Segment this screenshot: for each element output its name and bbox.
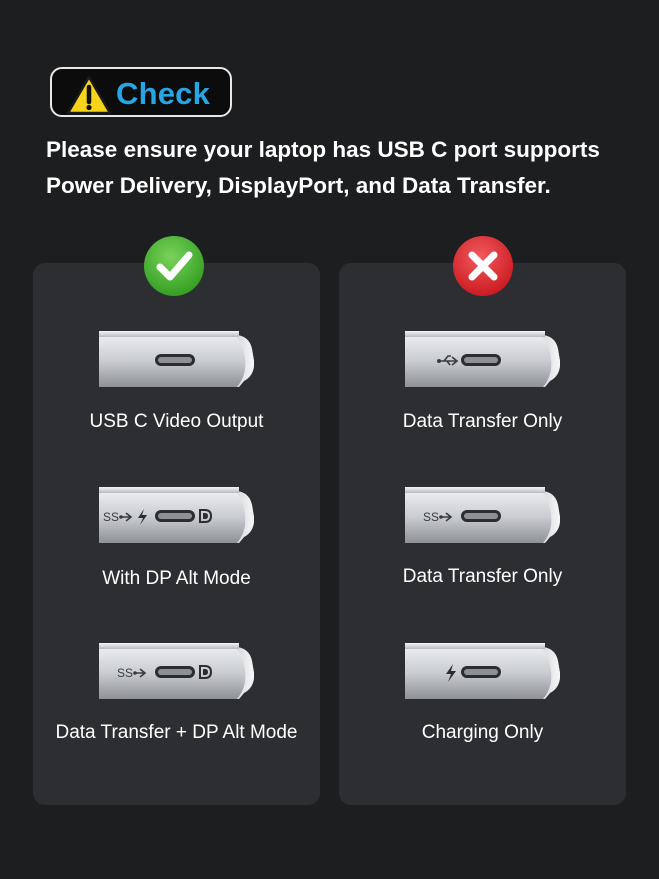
- instruction-line-2: Power Delivery, DisplayPort, and Data Tr…: [46, 173, 551, 198]
- port-label: With DP Alt Mode: [102, 568, 251, 589]
- port-label: Charging Only: [421, 722, 544, 743]
- laptop-port-dp-alt-mode: SS: [99, 487, 254, 543]
- red-cross-icon: [453, 236, 513, 296]
- laptop-port-ss-data: SS: [405, 487, 560, 543]
- port-label: Data Transfer + DP Alt Mode: [55, 722, 298, 743]
- laptop-port-usb-c-video: [99, 331, 254, 387]
- svg-text:SS: SS: [117, 666, 133, 680]
- check-badge: Check: [50, 67, 232, 117]
- port-label: Data Transfer Only: [402, 411, 563, 432]
- laptop-port-charging: [405, 643, 560, 699]
- svg-text:SS: SS: [423, 510, 439, 524]
- laptop-port-usb-data: [405, 331, 560, 387]
- port-label: USB C Video Output: [89, 411, 264, 432]
- instruction-line-1: Please ensure your laptop has USB C port…: [46, 137, 600, 162]
- warning-triangle-icon: [66, 75, 112, 115]
- check-label: Check: [116, 76, 211, 111]
- port-label: Data Transfer Only: [402, 566, 563, 587]
- green-check-icon: [144, 236, 204, 296]
- laptop-port-data-dp: SS: [99, 643, 254, 699]
- svg-text:SS: SS: [103, 510, 119, 524]
